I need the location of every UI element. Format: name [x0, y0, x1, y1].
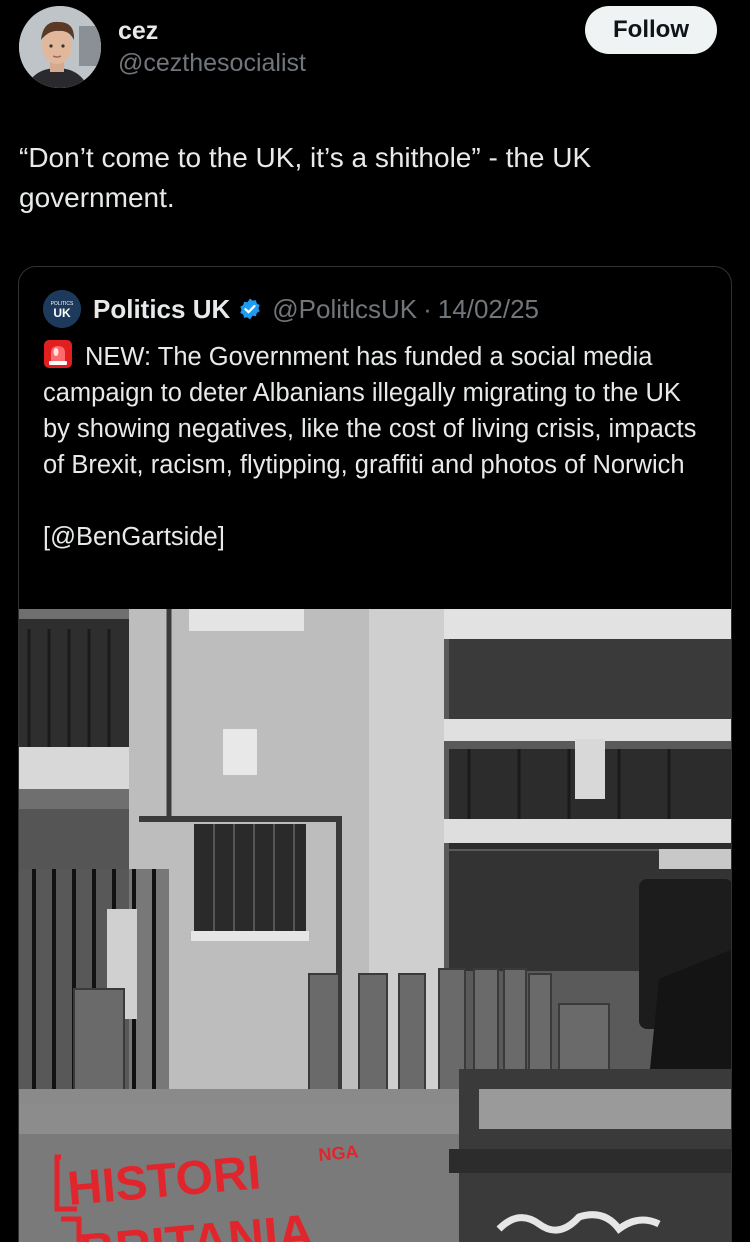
- quoted-tweet[interactable]: POLITICS UK Politics UK @PolitlcsUK · 14…: [18, 266, 732, 1242]
- meta-separator: ·: [423, 293, 432, 324]
- logo-text-main: UK: [53, 306, 71, 320]
- quoted-tweet-header: POLITICS UK Politics UK @PolitlcsUK · 14…: [43, 289, 723, 329]
- quoted-text-block: NEW: The Government has funded a social …: [43, 339, 711, 555]
- author-handle[interactable]: @cezthesocialist: [118, 48, 306, 78]
- quoted-display-name[interactable]: Politics UK: [93, 294, 230, 325]
- author-display-name[interactable]: cez: [118, 16, 158, 46]
- politics-uk-logo[interactable]: POLITICS UK: [43, 290, 81, 328]
- siren-emoji-icon: [43, 339, 73, 369]
- author-avatar[interactable]: [19, 6, 101, 88]
- quoted-date[interactable]: 14/02/25: [438, 294, 539, 325]
- avatar-photo: [19, 6, 101, 88]
- tweet-text: “Don’t come to the UK, it’s a shithole” …: [19, 142, 592, 213]
- banner-small: NGA: [318, 1142, 360, 1165]
- follow-button[interactable]: Follow: [585, 6, 717, 54]
- quoted-handle[interactable]: @PolitlcsUK: [272, 294, 417, 325]
- tweet-header: cez @cezthesocialist Follow: [0, 0, 750, 100]
- quoted-credit: [@BenGartside]: [43, 523, 225, 551]
- verified-badge-icon: [238, 297, 262, 321]
- quoted-tweet-image[interactable]: HISTORI NGA BRITANIA: [19, 609, 731, 1242]
- quoted-text: NEW: The Government has funded a social …: [43, 343, 697, 479]
- politics-uk-logo-icon: POLITICS UK: [43, 290, 81, 328]
- housing-estate-photo: HISTORI NGA BRITANIA: [19, 609, 731, 1242]
